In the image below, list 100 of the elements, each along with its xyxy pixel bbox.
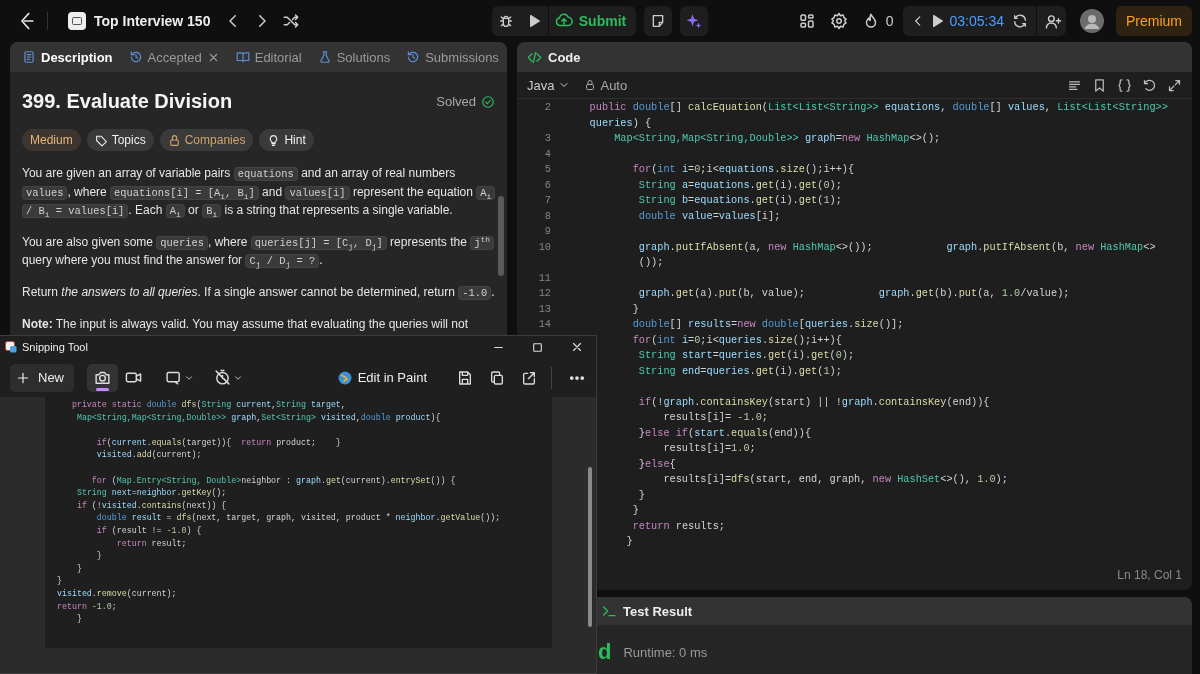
undo-icon[interactable] <box>1142 77 1157 93</box>
line-number: 10 <box>537 239 552 255</box>
code-line: String a=equations.get(i).get(0); <box>638 178 842 191</box>
code-line: results[i]=dfs(start, end, graph, new HashSet<>(), 1.0); <box>663 473 1008 485</box>
paragraph: You are also given some queries , where queries[j] = [C$_{j}$, D$_{j}$] represents the j$^{th}$ query where you must find the answer for C$_{j}$ / D$_{j}$ = ? . <box>22 232 495 270</box>
history-icon <box>406 50 421 64</box>
code-line: if (!visited.contains(next)) { <box>76 500 227 510</box>
lock-icon <box>167 133 181 147</box>
share-icon[interactable] <box>521 369 537 386</box>
tag-chip[interactable]: Medium <box>22 129 81 151</box>
notes-button[interactable] <box>644 6 673 36</box>
code-line: public double[] calcEquation(List<List<String>> equations, double[] values, List<List<String>> <box>589 101 1168 113</box>
code-line: } <box>632 504 639 516</box>
tag-chip[interactable]: Topics <box>86 129 154 151</box>
timer-off-icon[interactable] <box>214 369 231 386</box>
picture-frame-icon <box>71 15 83 27</box>
code-line: if (result != -1.0) { <box>96 525 202 535</box>
tab[interactable]: Solutions <box>313 42 395 72</box>
code-line: } <box>57 576 62 586</box>
code-line: }else{ <box>638 457 676 470</box>
code-line: results[i]= -1.0; <box>663 411 768 423</box>
timer: 03:05:34 <box>949 13 1004 29</box>
tab[interactable]: Description <box>18 42 117 72</box>
braces-icon[interactable] <box>1117 77 1132 93</box>
capture-mode-button[interactable] <box>87 363 118 392</box>
code-line: graph.putIfAbsent(a, new HashMap<>()); graph.putIfAbsent(b, new HashMap<> <box>638 240 1156 253</box>
code-line: private static double dfs(String current,String target, <box>71 400 346 409</box>
shuffle-icon[interactable] <box>282 12 301 30</box>
solved-status: Solved <box>436 94 476 109</box>
streak-count: 0 <box>885 13 894 29</box>
code-line: for(int i=0;i<equations.size();i++){ <box>632 163 855 175</box>
code-line: } <box>626 535 633 547</box>
flask-icon <box>317 50 332 64</box>
code-line: } <box>638 488 645 501</box>
tag-icon <box>94 133 108 147</box>
code-line: queries) { <box>589 116 652 129</box>
tag-chip[interactable]: Companies <box>159 129 254 151</box>
problem-list-title[interactable]: Top Interview 150 <box>94 13 211 29</box>
line-number: 6 <box>543 177 552 193</box>
lock-icon <box>584 79 597 91</box>
scrollbar[interactable] <box>498 196 504 276</box>
list-icon[interactable] <box>68 12 86 30</box>
tab[interactable]: Submissions <box>402 42 503 72</box>
code-line: } <box>76 614 82 624</box>
camera-icon <box>94 369 111 386</box>
code-line: return results; <box>632 519 725 532</box>
line-number: 2 <box>543 100 552 115</box>
line-number: 8 <box>543 208 552 224</box>
line-number: 14 <box>537 317 552 332</box>
code-line: Map<String,Map<String,Double>> graph=new HashMap<>(); <box>614 132 941 144</box>
history-icon <box>128 50 143 64</box>
layout-icon[interactable] <box>797 12 816 30</box>
add-user-icon[interactable] <box>1045 12 1062 30</box>
close-icon[interactable] <box>570 340 584 354</box>
save-icon[interactable] <box>457 369 473 386</box>
line-number: 4 <box>543 146 552 162</box>
code-line: String end=queries.get(i).get(1); <box>638 364 842 377</box>
line-number: 7 <box>543 193 552 208</box>
expand-icon[interactable] <box>1167 77 1182 93</box>
copy-icon[interactable] <box>489 369 505 386</box>
code-line: graph.get(a).put(b, value); graph.get(b).put(a, 1.0/value); <box>638 287 1070 299</box>
avatar[interactable] <box>1080 9 1104 33</box>
app-icon <box>5 341 17 353</box>
edit-in-paint-button[interactable]: Edit in Paint <box>337 370 427 385</box>
terminal-icon <box>601 603 617 619</box>
code-line: String next=neighbor.getKey(); <box>76 488 227 498</box>
code-line: double[] results=new double[queries.size()]; <box>632 318 904 330</box>
line-number: 11 <box>537 270 552 286</box>
tab[interactable]: Accepted <box>124 42 224 72</box>
cursor-position: Ln 18, Col 1 <box>1117 568 1182 582</box>
paragraph: You are given an array of variable pairs equations and an array of real numbers values , where equations[i] = [A$_{i}$, B$_{i}$] and values[i] represent the equation A$_{i}$ / B$_{i}$ = values[i] . Each A$_{i}$ or B$_{i}$ is a string that represents a single variable. <box>22 164 495 220</box>
document-icon <box>22 50 36 64</box>
problem-title: 399. Evaluate Division <box>22 90 233 113</box>
premium-button[interactable]: Premium <box>1116 6 1192 36</box>
ai-button[interactable] <box>680 6 709 36</box>
settings-icon[interactable] <box>829 12 848 30</box>
code-line: return result; <box>116 538 187 548</box>
line-number: 3 <box>543 131 552 146</box>
tab[interactable]: Editorial <box>231 42 306 72</box>
code-line: return -1.0; <box>57 601 117 611</box>
rectangle-icon[interactable] <box>165 369 182 386</box>
scrollbar[interactable] <box>588 467 592 627</box>
check-circle-icon <box>481 94 495 109</box>
new-button[interactable]: New <box>10 363 74 392</box>
submit-button[interactable]: Submit <box>547 6 637 36</box>
code-line: if(!graph.containsKey(start) || !graph.containsKey(end)){ <box>638 395 990 408</box>
code-line: ()); <box>638 256 664 268</box>
maximize-icon[interactable] <box>531 340 544 354</box>
panel-title: Code <box>548 49 581 65</box>
code-line: } <box>632 302 639 315</box>
code-line: visited.add(current); <box>96 450 202 460</box>
code-icon <box>527 49 542 65</box>
line-number: 9 <box>543 224 552 239</box>
code-line: visited.remove(current); <box>57 588 177 598</box>
code-line: Map<String,Map<String,Double>> graph,Set<String> visited,double product){ <box>76 412 441 422</box>
tag-chip[interactable]: Hint <box>259 129 314 151</box>
refresh-icon[interactable] <box>1012 13 1028 29</box>
mode-label: Auto <box>600 77 628 93</box>
bookmark-icon[interactable] <box>1092 77 1107 93</box>
language-dropdown[interactable]: Java <box>527 77 571 93</box>
